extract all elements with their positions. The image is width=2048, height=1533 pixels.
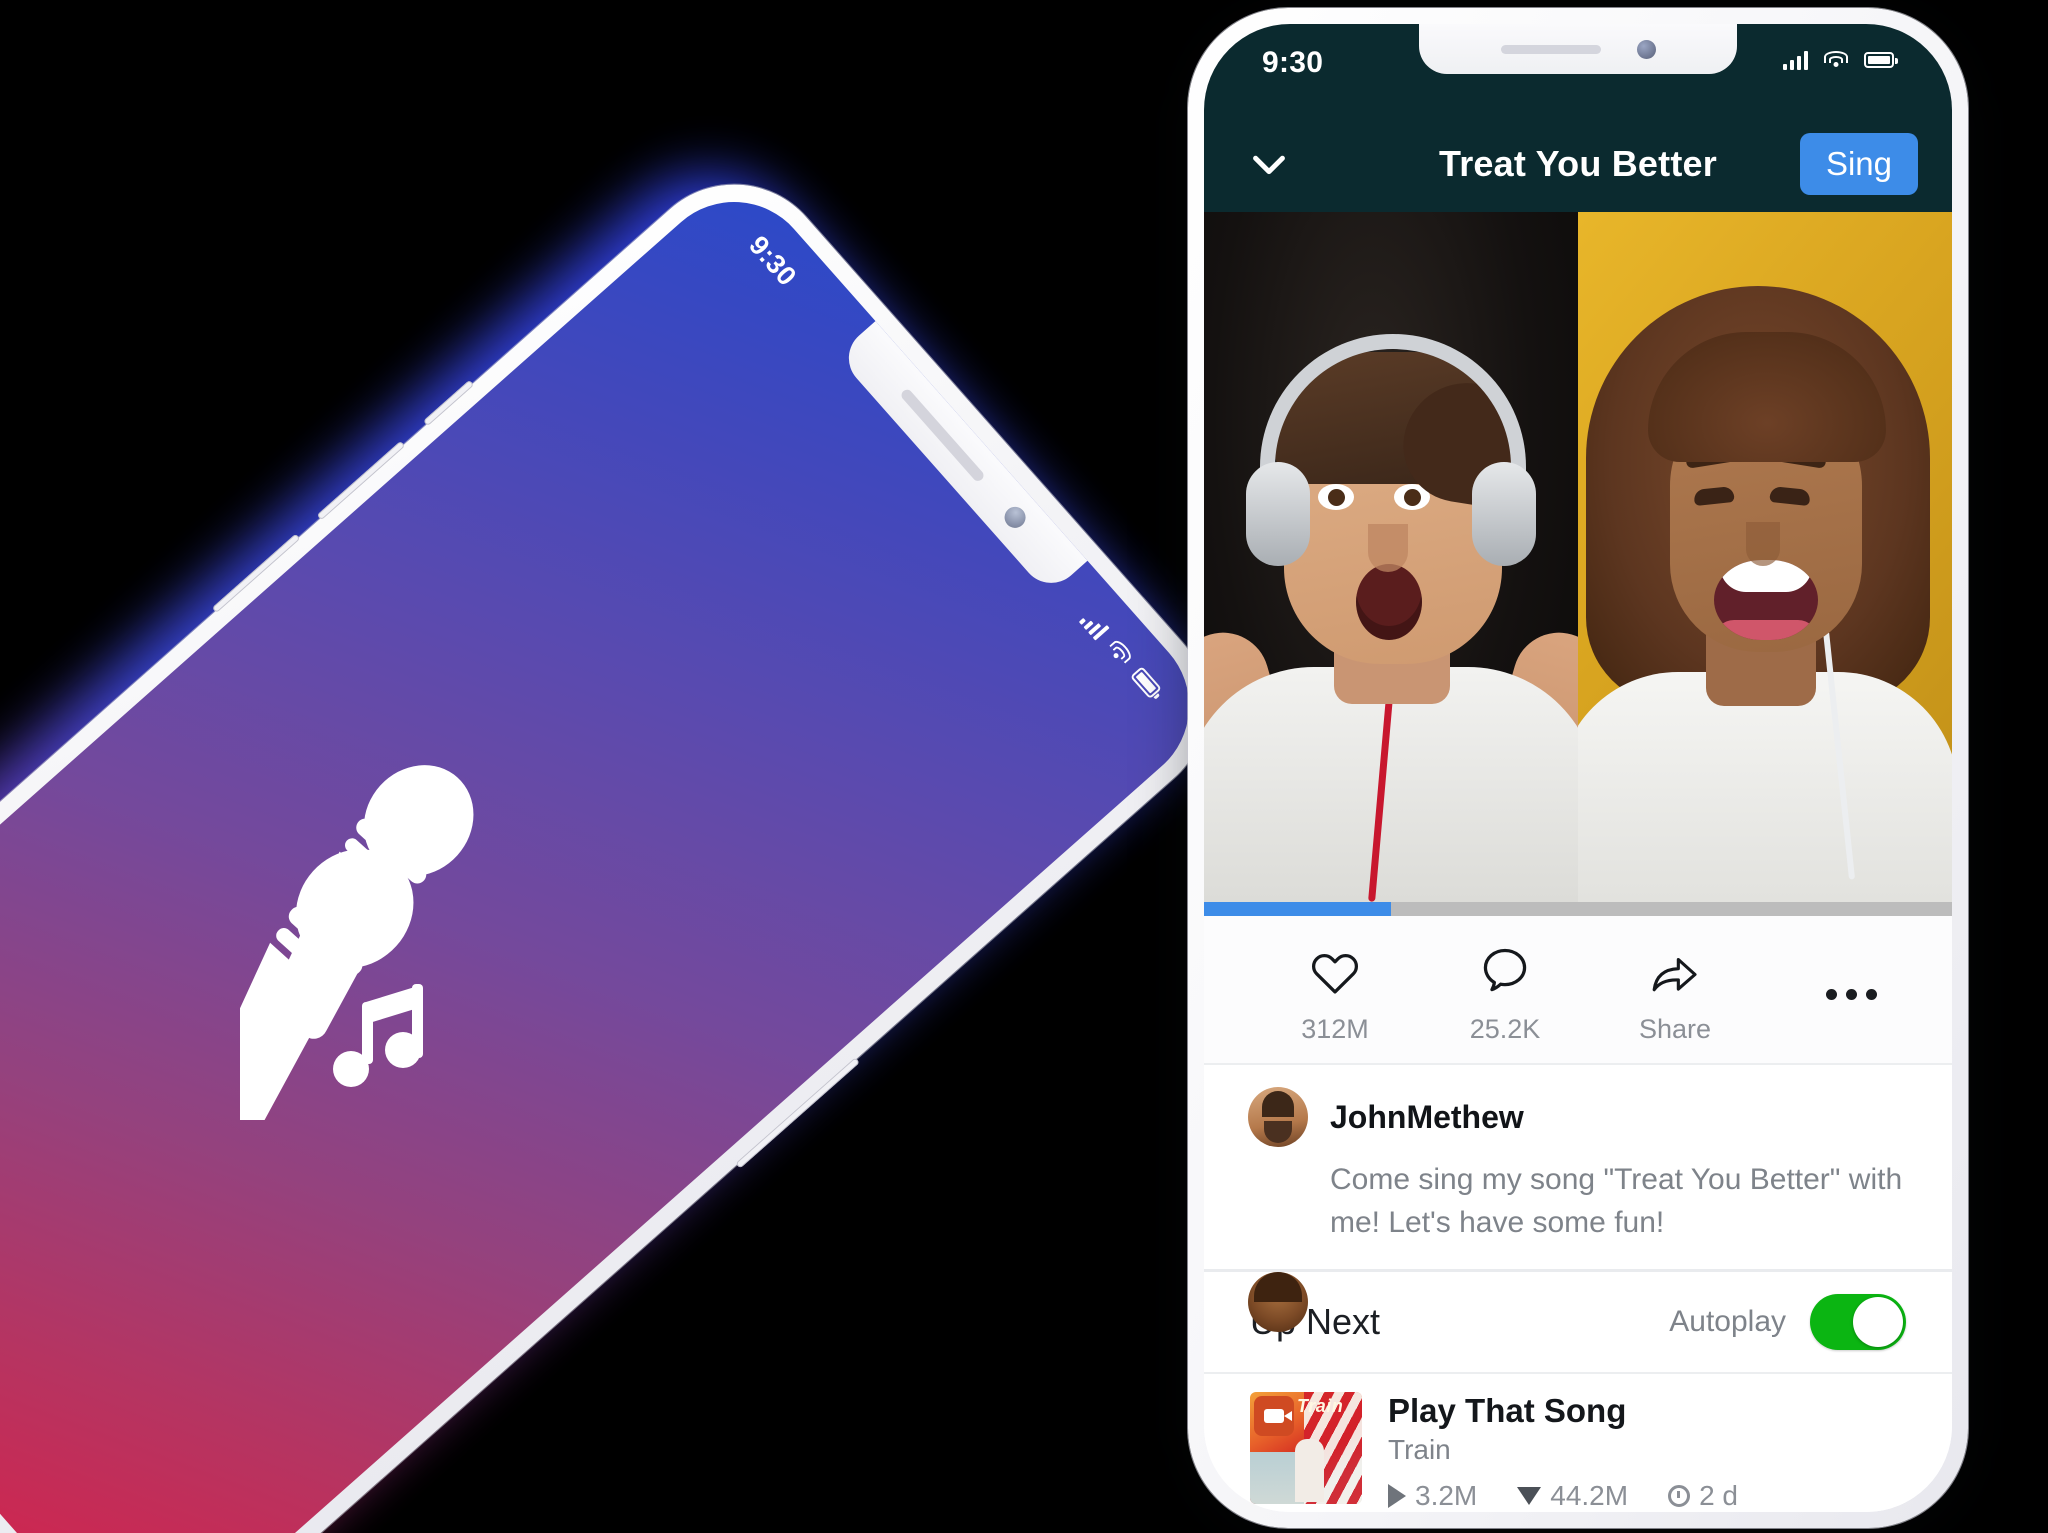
dual-microphone-music-note-logo — [239, 720, 640, 1120]
app-header: Treat You Better Sing — [1204, 116, 1952, 212]
comment-count: 25.2K — [1469, 1014, 1541, 1044]
screenshot-stage: 9:30 9:30 Treat You Better Sing 312M 25.… — [0, 0, 2048, 1533]
sing-button[interactable]: Sing — [1799, 133, 1918, 195]
left-phone-mockup: 9:30 — [0, 132, 1247, 1533]
autoplay-toggle[interactable] — [1810, 1294, 1906, 1350]
download-count-value: 44.2M — [1550, 1480, 1629, 1511]
battery-icon — [1130, 666, 1162, 700]
wifi-icon — [1824, 51, 1848, 69]
like-count: 312M — [1301, 1014, 1369, 1044]
left-phone-body: 9:30 — [0, 145, 1247, 1533]
left-status-time: 9:30 — [743, 229, 803, 292]
duet-video-area[interactable] — [1204, 212, 1952, 902]
woman-singing-video — [1578, 232, 1952, 902]
video-camera-icon — [1254, 1396, 1294, 1436]
autoplay-label: Autoplay — [1669, 1305, 1786, 1338]
download-icon — [1517, 1487, 1542, 1505]
right-phone-screen: 9:30 Treat You Better Sing 312M 25.2K Sh… — [1204, 24, 1952, 1512]
status-icons — [1783, 46, 1898, 70]
clock-icon — [1668, 1485, 1691, 1507]
video-pane-right[interactable] — [1578, 212, 1952, 902]
track-age: 2 d — [1668, 1480, 1738, 1512]
autoplay-control: Autoplay — [1669, 1294, 1906, 1350]
action-bar: 312M 25.2K Share — [1204, 916, 1952, 1065]
more-action[interactable] — [1796, 967, 1906, 1023]
playback-progress-bar[interactable] — [1204, 902, 1952, 916]
track-artist: Train — [1388, 1434, 1451, 1465]
chevron-down-icon[interactable] — [1246, 141, 1292, 187]
track-title: Play That Song — [1388, 1392, 1627, 1429]
heart-icon — [1309, 944, 1361, 1000]
share-action[interactable]: Share — [1590, 944, 1760, 1045]
comment-icon — [1481, 944, 1529, 1000]
play-count-value: 3.2M — [1415, 1480, 1478, 1511]
john-avatar — [1248, 1087, 1308, 1147]
toggle-knob — [1853, 1297, 1903, 1347]
album-art-word: Train — [1297, 1396, 1344, 1416]
comments-section: JohnMethew Come sing my song "Treat You … — [1204, 1065, 1952, 1333]
up-next-header: Up Next Autoplay — [1204, 1269, 1952, 1374]
right-phone-notch — [1419, 24, 1737, 74]
track-age-value: 2 d — [1699, 1480, 1739, 1511]
video-pane-left[interactable] — [1204, 212, 1578, 902]
track-stats: 3.2M 44.2M 2 d — [1388, 1480, 1906, 1512]
track-meta: Play That Song Train 3.2M 44.2M 2 d — [1388, 1392, 1906, 1512]
front-camera — [1636, 39, 1656, 59]
wifi-icon — [1105, 637, 1135, 668]
more-dots-icon — [1825, 967, 1877, 1023]
share-icon — [1650, 944, 1700, 1000]
man-with-headphones-video — [1204, 262, 1578, 902]
playback-progress-fill — [1204, 902, 1391, 916]
play-count: 3.2M — [1388, 1480, 1477, 1512]
maria-avatar — [1248, 1272, 1308, 1333]
status-time: 9:30 — [1262, 46, 1324, 79]
right-phone-body: 9:30 Treat You Better Sing 312M 25.2K Sh… — [1188, 8, 1968, 1528]
cellular-bars-icon — [1783, 50, 1808, 70]
left-status-icons — [1078, 609, 1164, 701]
earpiece-speaker — [1500, 44, 1601, 54]
like-action[interactable]: 312M — [1250, 944, 1420, 1045]
list-item[interactable]: JohnMethew — [1248, 1087, 1908, 1147]
comment-text: Come sing my song "Treat You Better" wit… — [1330, 1163, 1903, 1239]
right-phone-mockup: 9:30 Treat You Better Sing 312M 25.2K Sh… — [1188, 8, 1968, 1528]
cellular-bars-icon — [1078, 609, 1111, 641]
left-status-bar: 9:30 — [695, 177, 1214, 754]
up-next-track-row[interactable]: Train Play That Song Train 3.2M 44.2M 2 … — [1204, 1374, 1952, 1512]
play-that-song-album-art: Train — [1250, 1392, 1362, 1504]
comment-author: JohnMethew — [1330, 1098, 1524, 1135]
battery-icon — [1864, 52, 1898, 68]
share-label: Share — [1638, 1014, 1712, 1044]
comment-action[interactable]: 25.2K — [1420, 944, 1590, 1045]
left-phone-screen: 9:30 — [0, 169, 1223, 1533]
download-count: 44.2M — [1517, 1480, 1628, 1512]
play-icon — [1388, 1484, 1406, 1508]
